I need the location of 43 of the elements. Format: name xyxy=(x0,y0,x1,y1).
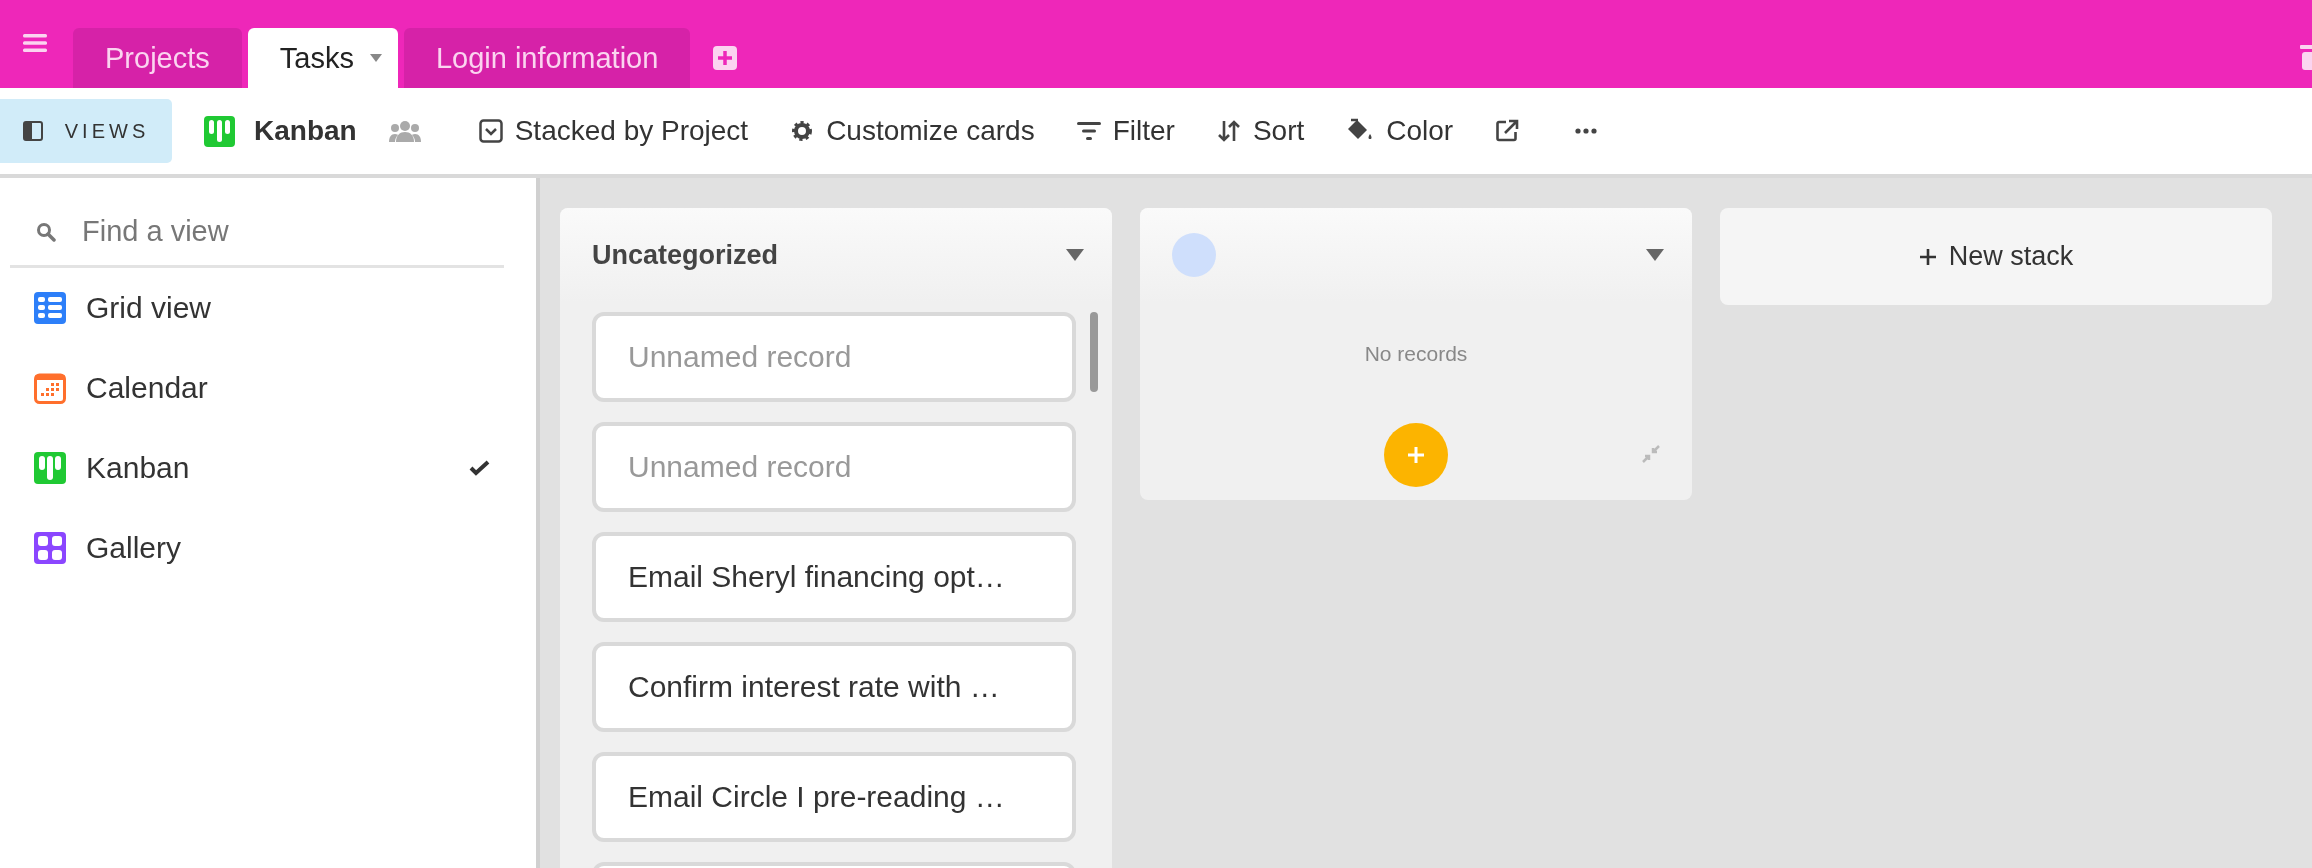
toolbar-button[interactable]: Color xyxy=(1338,106,1462,156)
people-icon[interactable] xyxy=(388,120,421,142)
menu-icon[interactable] xyxy=(23,33,47,53)
collapse-arrows-icon[interactable] xyxy=(1640,443,1662,465)
dropdown-caret-icon[interactable] xyxy=(1646,249,1664,261)
share-icon xyxy=(1495,119,1520,143)
toolbar-button[interactable]: Filter xyxy=(1068,106,1183,156)
caret-icon xyxy=(369,54,382,62)
empty-message: No records xyxy=(1363,341,1469,367)
table-tab[interactable]: Tasks xyxy=(247,28,398,88)
gallery-icon xyxy=(34,532,66,564)
sidebar-icon xyxy=(22,121,43,141)
plus-icon xyxy=(1918,247,1937,266)
view-name[interactable]: Kanban xyxy=(254,115,357,147)
plus-icon xyxy=(1407,446,1425,464)
record-card[interactable]: Confirm interest rate with … xyxy=(592,642,1076,732)
dropdown-caret-icon[interactable] xyxy=(1066,249,1084,261)
kanban-icon xyxy=(34,452,66,484)
grid-icon xyxy=(34,292,66,324)
search-icon xyxy=(36,221,56,242)
view-list-item[interactable]: Calendar xyxy=(10,348,504,428)
dropdown-square-icon xyxy=(478,119,503,143)
calendar-icon xyxy=(34,372,66,404)
record-card[interactable]: Email Circle I pre-reading … xyxy=(592,752,1076,842)
kanban-icon xyxy=(204,115,235,147)
scrollbar[interactable] xyxy=(1090,312,1098,392)
checkmark-icon xyxy=(469,460,490,476)
more-icon xyxy=(1575,128,1598,134)
add-tab-icon[interactable] xyxy=(713,46,738,70)
toolbar-button[interactable]: Stacked by Project xyxy=(470,106,757,156)
record-card[interactable]: Email Sheryl financing opt… xyxy=(592,532,1076,622)
search-field[interactable]: Find a view xyxy=(80,214,504,249)
views-button[interactable]: VIEWS xyxy=(0,99,172,163)
trash-icon[interactable] xyxy=(2298,44,2312,70)
stack-title: Uncategorized xyxy=(592,239,779,271)
view-list-item[interactable]: Grid view xyxy=(10,268,504,348)
new-stack-button[interactable]: New stack xyxy=(1720,208,2272,305)
view-list-item[interactable]: Gallery xyxy=(10,508,504,588)
filter-icon xyxy=(1076,121,1101,141)
gear-icon xyxy=(790,119,815,143)
sort-arrows-icon xyxy=(1216,119,1241,143)
toolbar-button[interactable]: Customize cards xyxy=(782,106,1043,156)
toolbar-button[interactable]: Sort xyxy=(1208,106,1313,156)
